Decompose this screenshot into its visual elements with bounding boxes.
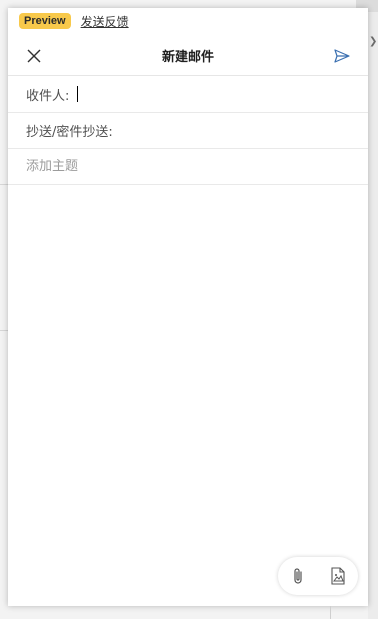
compose-panel: Preview 发送反馈 新建邮件 收件人: 抄送/密件抄送: — [8, 8, 368, 606]
attachment-toolbar — [278, 557, 358, 595]
attach-file-button[interactable] — [286, 564, 310, 588]
background-divider — [330, 606, 331, 619]
preview-badge: Preview — [19, 13, 71, 29]
image-icon — [331, 567, 345, 585]
compose-title: 新建邮件 — [161, 50, 214, 65]
background-app-edge — [368, 0, 378, 619]
compose-header: 新建邮件 — [8, 36, 368, 76]
cc-bcc-label: 抄送/密件抄送: — [26, 124, 113, 140]
send-feedback-link[interactable]: 发送反馈 — [81, 13, 129, 30]
send-icon — [334, 49, 350, 63]
background-divider — [0, 330, 8, 331]
to-label: 收件人: — [26, 88, 70, 104]
paperclip-icon — [294, 568, 302, 584]
preview-bar: Preview 发送反馈 — [8, 8, 348, 36]
text-caret — [77, 86, 79, 102]
to-field[interactable]: 收件人: — [8, 76, 368, 113]
chevron-right-icon: ❯ — [369, 36, 378, 47]
message-body[interactable] — [8, 184, 368, 556]
background-divider — [0, 184, 8, 185]
insert-image-button[interactable] — [326, 564, 350, 588]
send-button[interactable] — [330, 44, 354, 68]
cc-bcc-field[interactable]: 抄送/密件抄送: — [8, 112, 368, 149]
page: ❯ Preview 发送反馈 新建邮件 收件人: 抄送/密件抄送: 添加主题 — [0, 0, 378, 619]
subject-field — [8, 148, 368, 185]
subject-input[interactable] — [26, 158, 346, 174]
